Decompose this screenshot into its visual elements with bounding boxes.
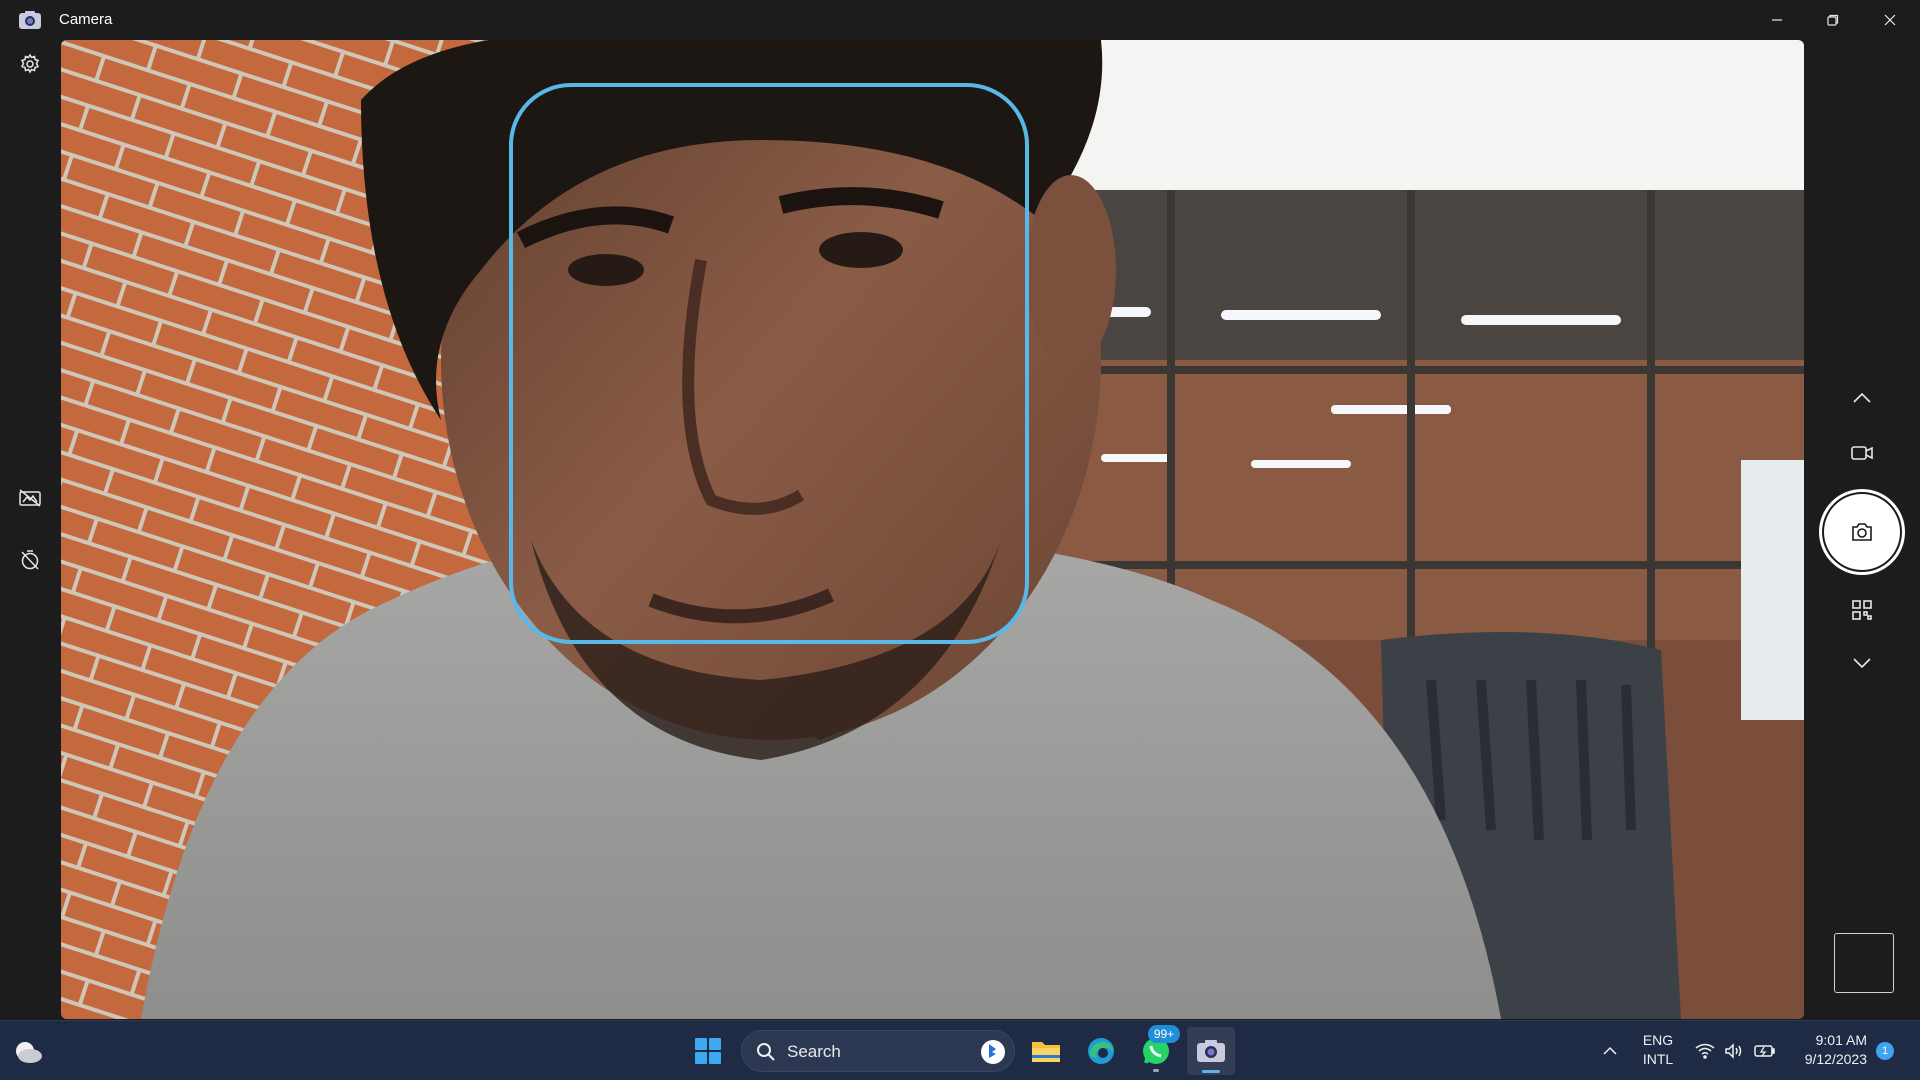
camera-taskbar-button[interactable] xyxy=(1187,1027,1235,1075)
wifi-icon xyxy=(1695,1043,1715,1059)
title-bar: Camera xyxy=(0,0,1920,40)
left-toolbar xyxy=(0,40,61,1020)
weather-widget[interactable] xyxy=(4,1027,52,1075)
start-button[interactable] xyxy=(684,1027,732,1075)
close-icon xyxy=(1884,14,1896,26)
camera-icon xyxy=(1852,523,1872,541)
clock-time: 9:01 AM xyxy=(1815,1032,1867,1048)
clock-date: 9/12/2023 xyxy=(1804,1051,1867,1067)
battery-charging-icon xyxy=(1754,1045,1775,1057)
clock[interactable]: 9:01 AM 9/12/2023 xyxy=(1787,1031,1867,1069)
volume-status[interactable] xyxy=(1722,1039,1746,1063)
camera-icon xyxy=(1197,1040,1225,1062)
timer-button[interactable] xyxy=(14,544,46,576)
video-mode-button[interactable] xyxy=(1844,435,1880,471)
hdr-toggle-button[interactable] xyxy=(14,482,46,514)
language-code: ENG xyxy=(1642,1032,1674,1048)
timer-off-icon xyxy=(21,550,39,570)
face-detection-box xyxy=(509,83,1029,644)
taskbar-search[interactable]: Search xyxy=(741,1030,1015,1072)
last-capture-thumbnail[interactable] xyxy=(1834,933,1894,993)
take-photo-button[interactable] xyxy=(1819,489,1905,575)
chevron-up-icon xyxy=(1603,1046,1617,1055)
file-explorer-button[interactable] xyxy=(1022,1027,1070,1075)
edge-button[interactable] xyxy=(1077,1027,1125,1075)
close-button[interactable] xyxy=(1862,0,1918,40)
whatsapp-unread-badge: 99+ xyxy=(1148,1025,1180,1043)
folder-icon xyxy=(1032,1042,1060,1062)
language-indicator[interactable]: ENG INTL xyxy=(1638,1031,1678,1069)
restore-icon xyxy=(1827,14,1839,26)
keyboard-layout: INTL xyxy=(1642,1051,1674,1067)
search-icon xyxy=(757,1043,775,1061)
notification-count-badge[interactable]: 1 xyxy=(1876,1042,1894,1060)
mode-up-button[interactable] xyxy=(1844,380,1880,416)
minimize-button[interactable] xyxy=(1749,0,1805,40)
wifi-status[interactable] xyxy=(1693,1039,1717,1063)
hdr-off-icon xyxy=(19,489,41,507)
windows-logo-icon xyxy=(695,1038,721,1064)
shutter-inner xyxy=(1824,494,1900,570)
chevron-up-icon xyxy=(1853,392,1871,403)
gear-icon xyxy=(20,53,40,74)
bing-icon[interactable] xyxy=(980,1039,1006,1065)
camera-app-icon xyxy=(19,11,41,29)
qr-code-icon xyxy=(1852,600,1872,620)
active-indicator xyxy=(1202,1070,1220,1073)
edge-icon xyxy=(1088,1038,1114,1064)
mode-down-button[interactable] xyxy=(1844,645,1880,681)
settings-button[interactable] xyxy=(14,48,46,80)
running-indicator xyxy=(1153,1069,1159,1072)
show-hidden-icons-button[interactable] xyxy=(1598,1039,1622,1063)
chevron-down-icon xyxy=(1853,658,1871,669)
minimize-icon xyxy=(1772,19,1782,21)
video-camera-icon xyxy=(1851,446,1873,460)
battery-status[interactable] xyxy=(1753,1039,1777,1063)
qr-scan-mode-button[interactable] xyxy=(1844,592,1880,628)
window-title: Camera xyxy=(59,11,113,28)
camera-viewfinder[interactable] xyxy=(61,40,1804,1019)
restore-button[interactable] xyxy=(1805,0,1861,40)
search-label: Search xyxy=(787,1042,841,1061)
cloud-icon xyxy=(16,1042,42,1063)
taskbar: Search ENG INTL 9:01 AM 9/12/2023 xyxy=(0,1020,1920,1080)
right-toolbar xyxy=(1804,40,1920,1020)
speaker-icon xyxy=(1725,1043,1742,1059)
